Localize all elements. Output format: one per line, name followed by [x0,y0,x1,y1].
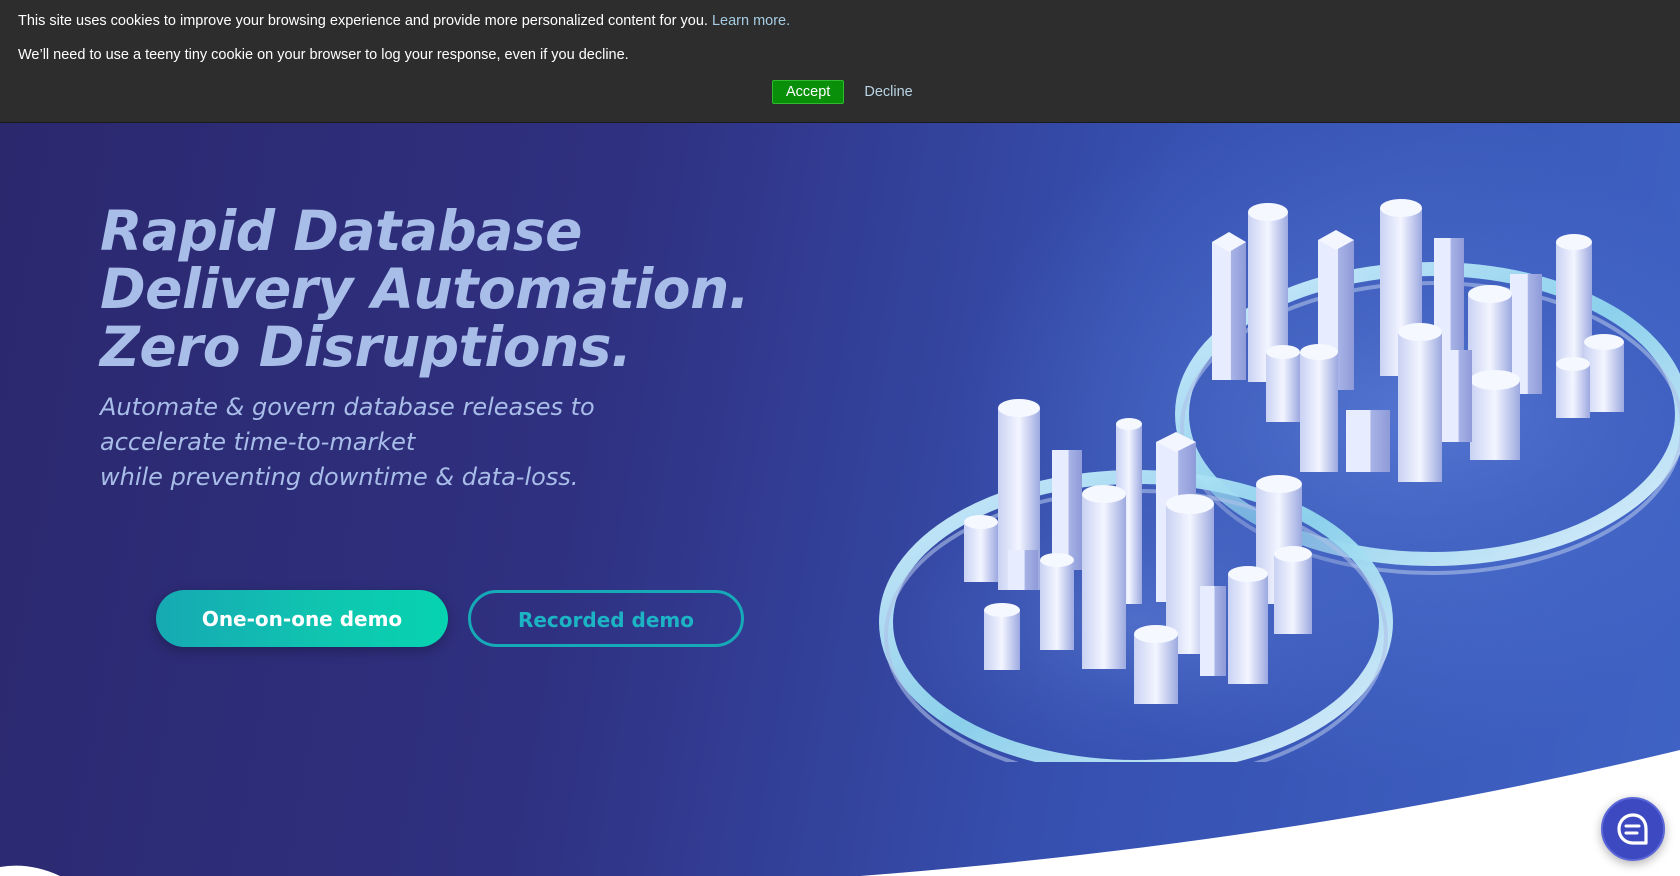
hero-subtitle-line: accelerate time-to-market [100,428,416,456]
cookie-banner: This site uses cookies to improve your b… [0,0,1680,123]
hero-title-line: Delivery Automation. [100,257,750,321]
one-on-one-demo-button[interactable]: One-on-one demo [156,590,448,647]
chat-bubble-icon [1617,813,1648,845]
database-city-illustration [879,199,1680,762]
chat-button[interactable] [1601,797,1665,861]
accept-button[interactable]: Accept [772,80,845,104]
hero-section: Rapid Database Delivery Automation. Zero… [0,122,1680,876]
recorded-demo-button[interactable]: Recorded demo [468,590,744,647]
hero-title: Rapid Database Delivery Automation. Zero… [100,199,750,379]
hero-title-line: Rapid Database [100,199,582,263]
cookie-notice: We’ll need to use a teeny tiny cookie on… [18,47,629,63]
hero-subtitle-line: Automate & govern database releases to [100,393,595,421]
page: This site uses cookies to improve your b… [0,0,1680,876]
cookie-message-text: This site uses cookies to improve your b… [18,13,708,29]
learn-more-link[interactable]: Learn more. [712,13,790,29]
hero-title-line: Zero Disruptions. [100,315,632,379]
cookie-actions: Accept Decline [772,80,913,104]
hero-subtitle: Automate & govern database releases to a… [100,390,595,495]
decline-button[interactable]: Decline [864,84,912,100]
hero-subtitle-line: while preventing downtime & data-loss. [100,463,579,491]
cookie-message: This site uses cookies to improve your b… [18,13,790,29]
